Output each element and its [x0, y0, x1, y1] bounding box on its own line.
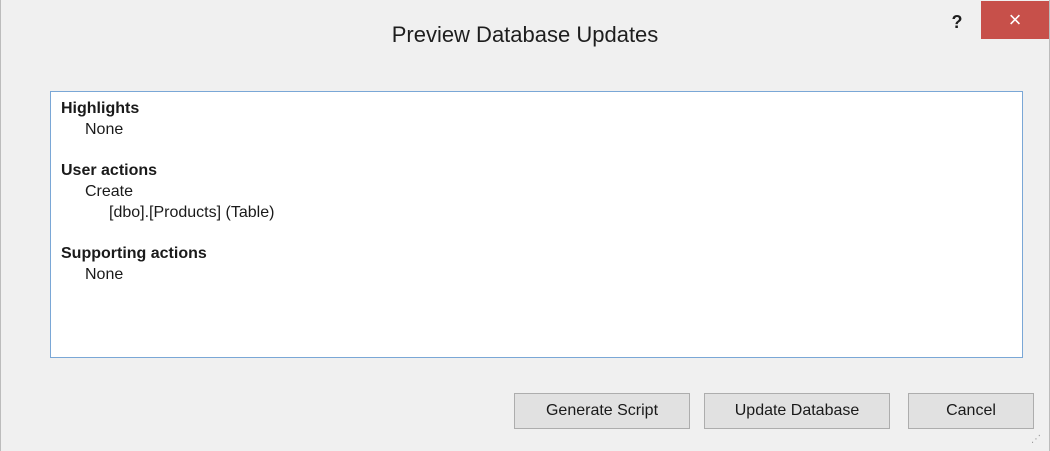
close-icon: × [1008, 7, 1022, 32]
help-button[interactable]: ? [939, 6, 975, 38]
close-button[interactable]: × [981, 1, 1049, 39]
cancel-button[interactable]: Cancel [908, 393, 1034, 429]
preview-list[interactable]: Highlights None User actions Create [dbo… [50, 91, 1023, 358]
generate-script-button[interactable]: Generate Script [514, 393, 690, 429]
resize-grip-icon[interactable]: ⋰ [1031, 433, 1045, 447]
dialog-window: Preview Database Updates ? × Highlights … [0, 0, 1050, 451]
section-highlights: Highlights None [61, 98, 1012, 140]
section-heading: Supporting actions [61, 245, 207, 262]
list-item: None [85, 266, 124, 283]
section-user-actions: User actions Create [dbo].[Products] (Ta… [61, 160, 1012, 223]
section-supporting-actions: Supporting actions None [61, 243, 1012, 285]
update-database-button[interactable]: Update Database [704, 393, 890, 429]
list-item: None [85, 121, 124, 138]
object-item: [dbo].[Products] (Table) [109, 204, 275, 221]
action-item: Create [85, 183, 134, 200]
section-heading: Highlights [61, 100, 140, 117]
section-heading: User actions [61, 162, 158, 179]
title-bar[interactable]: Preview Database Updates ? × [1, 0, 1049, 76]
dialog-title: Preview Database Updates [391, 22, 659, 47]
